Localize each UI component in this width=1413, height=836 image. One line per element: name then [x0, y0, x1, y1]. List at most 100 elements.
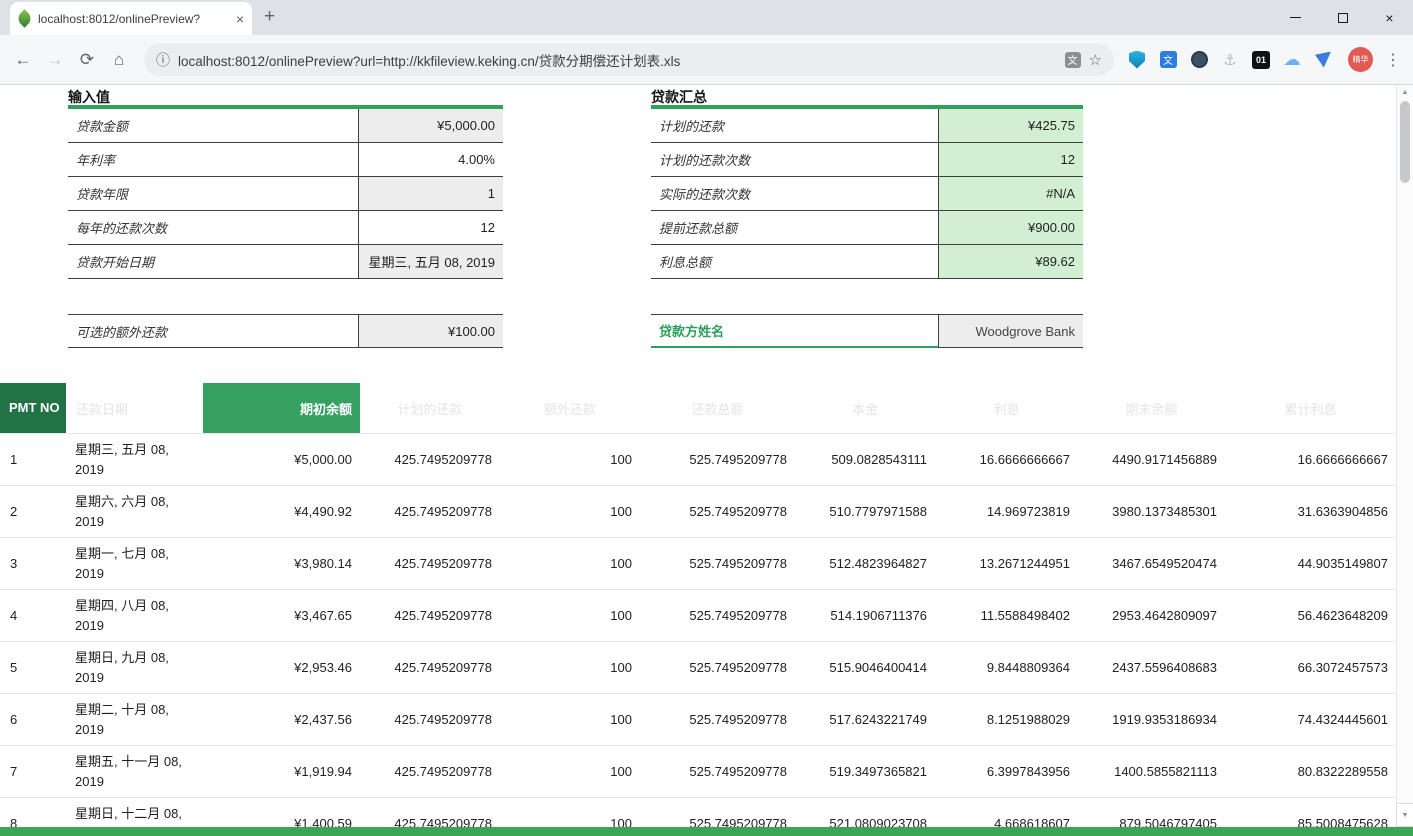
schedule-header-cell: 还款日期 — [66, 383, 203, 433]
schedule-header-cell: 利息 — [935, 383, 1078, 433]
schedule-table-body: 1星期三, 五月 08, 2019¥5,000.00425.7495209778… — [0, 433, 1396, 836]
new-tab-button[interactable]: + — [264, 6, 275, 28]
schedule-cell: 425.7495209778 — [360, 706, 500, 733]
summary-row: 计划的还款¥425.75 — [651, 109, 1083, 143]
browser-menu-button[interactable]: ⋮ — [1381, 50, 1405, 70]
scrollbar-thumb[interactable] — [1400, 101, 1410, 183]
tab-title: localhost:8012/onlinePreview? — [38, 12, 229, 26]
scroll-up-icon[interactable]: ▲ — [1397, 85, 1413, 100]
close-button[interactable]: × — [1366, 0, 1413, 35]
schedule-cell: 星期二, 十月 08, 2019 — [66, 694, 203, 745]
bookmark-star-icon[interactable]: ☆ — [1089, 51, 1102, 69]
input-extra-value: ¥100.00 — [358, 315, 503, 347]
window-controls: × — [1272, 0, 1413, 35]
schedule-row: 3星期一, 七月 08, 2019¥3,980.14425.7495209778… — [0, 537, 1396, 589]
page-info-icon[interactable]: ⓘ — [156, 50, 170, 70]
schedule-cell: 星期四, 八月 08, 2019 — [66, 590, 203, 641]
schedule-cell: 512.4823964827 — [795, 550, 935, 577]
minimize-icon — [1290, 17, 1301, 18]
input-row: 贷款年限1 — [68, 177, 503, 211]
scroll-down-icon[interactable]: ▼ — [1396, 803, 1413, 827]
badge-01-icon: 01 — [1252, 51, 1270, 69]
forward-icon: → — [47, 50, 64, 70]
input-row-label: 贷款开始日期 — [68, 245, 358, 278]
summary-row-value: #N/A — [938, 177, 1083, 210]
schedule-cell: 星期一, 七月 08, 2019 — [66, 538, 203, 589]
schedule-cell: 31.6363904856 — [1225, 498, 1396, 525]
schedule-cell: 3467.6549520474 — [1078, 550, 1225, 577]
schedule-cell: 514.1906711376 — [795, 602, 935, 629]
input-row: 每年的还款次数12 — [68, 211, 503, 245]
badge-extension-icon[interactable]: 01 — [1248, 47, 1274, 73]
schedule-cell: 510.7797971588 — [795, 498, 935, 525]
schedule-cell: ¥5,000.00 — [203, 446, 360, 473]
schedule-cell: 100 — [500, 706, 640, 733]
reload-button[interactable]: ⟳ — [72, 45, 102, 75]
summary-row-value: ¥425.75 — [938, 109, 1083, 142]
schedule-cell: 100 — [500, 654, 640, 681]
translate-icon[interactable]: 文 — [1065, 52, 1081, 68]
summary-row-label: 实际的还款次数 — [651, 177, 938, 210]
minimize-button[interactable] — [1272, 0, 1319, 35]
translate-extension-icon[interactable]: 文 — [1155, 47, 1181, 73]
input-row-label: 贷款金额 — [68, 109, 358, 142]
schedule-cell: 16.6666666667 — [1225, 446, 1396, 473]
schedule-header-cell: 期末余额 — [1078, 383, 1225, 433]
schedule-row: 6星期二, 十月 08, 2019¥2,437.56425.7495209778… — [0, 693, 1396, 745]
schedule-header-cell: 还款总额 — [640, 383, 795, 433]
input-row: 贷款金额¥5,000.00 — [68, 109, 503, 143]
home-icon: ⌂ — [114, 50, 124, 70]
proxy-extension-icon[interactable] — [1186, 47, 1212, 73]
schedule-cell: 2953.4642809097 — [1078, 602, 1225, 629]
schedule-cell: ¥4,490.92 — [203, 498, 360, 525]
schedule-cell: 1919.9353186934 — [1078, 706, 1225, 733]
summary-row-value: ¥900.00 — [938, 211, 1083, 244]
profile-avatar[interactable]: 精华 — [1348, 47, 1373, 72]
extensions-area: 文 ⚓ 01 ☁ — [1124, 47, 1340, 73]
input-extra-label: 可选的额外还款 — [68, 315, 358, 347]
schedule-cell: 56.4623648209 — [1225, 602, 1396, 629]
schedule-header-cell: PMT NO — [0, 383, 66, 433]
bird-extension-icon[interactable] — [1310, 47, 1336, 73]
back-button[interactable]: ← — [8, 45, 38, 75]
schedule-cell: 80.8322289558 — [1225, 758, 1396, 785]
schedule-cell: 星期六, 六月 08, 2019 — [66, 486, 203, 537]
schedule-cell: 14.969723819 — [935, 498, 1078, 525]
summary-row-label: 计划的还款次数 — [651, 143, 938, 176]
address-bar[interactable]: ⓘ localhost:8012/onlinePreview?url=http:… — [144, 43, 1114, 76]
schedule-row: 7星期五, 十一月 08, 2019¥1,919.94425.749520977… — [0, 745, 1396, 797]
amortization-table: PMT NO还款日期期初余额计划的还款额外还款还款总额本金利息期末余额累计利息 … — [0, 383, 1396, 836]
schedule-cell: 4490.9171456889 — [1078, 446, 1225, 473]
summary-row: 计划的还款次数12 — [651, 143, 1083, 177]
schedule-cell: 100 — [500, 602, 640, 629]
anchor-icon: ⚓ — [1223, 51, 1236, 69]
anchor-extension-icon[interactable]: ⚓ — [1217, 47, 1243, 73]
translate-ext-icon: 文 — [1160, 51, 1177, 68]
schedule-cell: 星期五, 十一月 08, 2019 — [66, 746, 203, 797]
maximize-button[interactable] — [1319, 0, 1366, 35]
schedule-cell: 100 — [500, 758, 640, 785]
home-button[interactable]: ⌂ — [104, 45, 134, 75]
summary-table: 计划的还款¥425.75计划的还款次数12实际的还款次数#N/A提前还款总额¥9… — [651, 109, 1083, 279]
input-row: 年利率4.00% — [68, 143, 503, 177]
shield-extension-icon[interactable] — [1124, 47, 1150, 73]
schedule-cell: 525.7495209778 — [640, 758, 795, 785]
kkfileview-leaf-favicon — [15, 9, 33, 27]
summary-row-label: 提前还款总额 — [651, 211, 938, 244]
schedule-cell: 7 — [0, 758, 66, 785]
schedule-header-cell: 累计利息 — [1225, 383, 1396, 433]
cloud-extension-icon[interactable]: ☁ — [1279, 47, 1305, 73]
schedule-cell: 425.7495209778 — [360, 602, 500, 629]
vertical-scrollbar[interactable]: ▲ ▼ — [1396, 85, 1413, 827]
browser-tab[interactable]: localhost:8012/onlinePreview? × — [10, 2, 252, 35]
schedule-cell: 44.9035149807 — [1225, 550, 1396, 577]
schedule-cell: 4 — [0, 602, 66, 629]
summary-row-label: 利息总额 — [651, 245, 938, 278]
schedule-cell: 525.7495209778 — [640, 550, 795, 577]
summary-row-label: 计划的还款 — [651, 109, 938, 142]
tab-close-icon[interactable]: × — [236, 12, 244, 26]
schedule-cell: 525.7495209778 — [640, 706, 795, 733]
schedule-cell: 3980.1373485301 — [1078, 498, 1225, 525]
summary-table-rows: 计划的还款¥425.75计划的还款次数12实际的还款次数#N/A提前还款总额¥9… — [651, 109, 1083, 279]
forward-button[interactable]: → — [40, 45, 70, 75]
